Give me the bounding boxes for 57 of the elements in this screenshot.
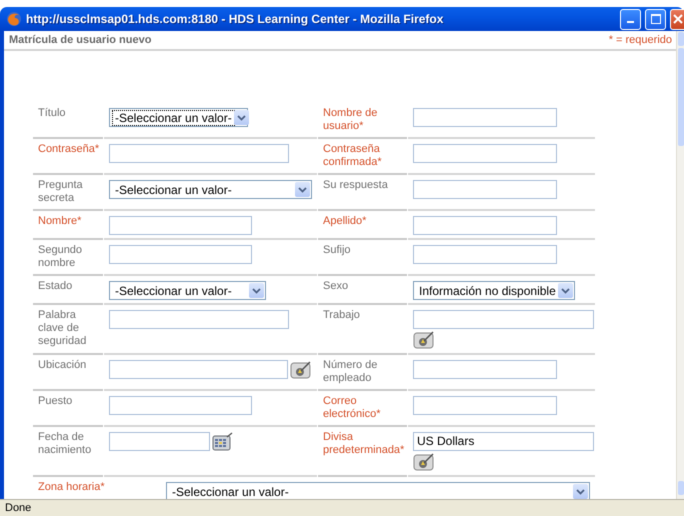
input-field[interactable] [413, 144, 557, 163]
field-label: Segundo nombre [38, 244, 82, 269]
maximize-button[interactable] [645, 8, 666, 30]
select-field[interactable]: -Seleccionar un valor- [109, 108, 248, 127]
select-field[interactable]: -Seleccionar un valor- [166, 482, 590, 499]
field-label: Fecha de nacimiento [38, 431, 92, 456]
input-field[interactable] [109, 360, 288, 379]
minimize-button[interactable] [620, 8, 641, 30]
input-field[interactable] [109, 432, 210, 451]
input-field[interactable] [413, 180, 557, 199]
field-label: Nombre* [38, 215, 82, 227]
input-field[interactable]: US Dollars [413, 432, 594, 451]
maximize-icon [650, 14, 660, 24]
field-label: Su respuesta [323, 179, 388, 191]
picker-icon[interactable] [413, 330, 435, 350]
input-field[interactable] [413, 245, 557, 264]
select-field[interactable]: -Seleccionar un valor- [109, 281, 266, 300]
close-button[interactable] [670, 8, 684, 30]
picker-icon[interactable] [413, 452, 435, 472]
picker-icon[interactable] [290, 360, 312, 380]
field-label: Palabra clave de seguridad [38, 309, 86, 347]
field-label: Sexo [323, 280, 348, 292]
status-text: Done [5, 502, 32, 514]
input-field[interactable] [413, 108, 557, 127]
field-label: Estado [38, 280, 72, 292]
input-field[interactable] [109, 144, 289, 163]
field-label: Sufijo [323, 244, 351, 256]
field-label: Número de empleado [323, 359, 378, 384]
input-field[interactable] [413, 396, 557, 415]
input-field[interactable] [413, 216, 557, 235]
field-label: Contraseña* [38, 143, 100, 155]
calendar-icon[interactable] [212, 432, 233, 451]
field-label: Correo electrónico* [323, 395, 380, 420]
required-note: * = requerido [608, 34, 672, 46]
input-field[interactable] [109, 245, 252, 264]
field-label: Apellido* [323, 215, 366, 227]
page-heading: Matrícula de usuario nuevo [9, 34, 152, 46]
window-title: http://ussclmsap01.hds.com:8180 - HDS Learning Center - Mozilla Firefox [26, 12, 444, 26]
field-label: Zona horaria* [38, 481, 105, 493]
browser-logo-icon [6, 11, 22, 27]
field-label: Ubicación [38, 359, 86, 371]
field-label: Nombre de usuario* [323, 107, 378, 132]
scrollbar[interactable] [676, 31, 684, 499]
input-field[interactable] [413, 360, 557, 379]
field-label: Trabajo [323, 309, 360, 321]
field-label: Título [38, 107, 66, 119]
input-field[interactable] [413, 310, 594, 329]
field-label: Divisa predeterminada* [323, 431, 404, 456]
field-label: Contraseña confirmada* [323, 143, 382, 168]
close-icon [673, 14, 683, 24]
select-field[interactable]: Información no disponible [413, 281, 575, 300]
select-field[interactable]: -Seleccionar un valor- [109, 180, 312, 199]
field-label: Puesto [38, 395, 72, 407]
input-field[interactable] [109, 396, 252, 415]
input-field[interactable] [109, 216, 252, 235]
field-label: Pregunta secreta [38, 179, 83, 204]
input-field[interactable] [109, 310, 289, 329]
